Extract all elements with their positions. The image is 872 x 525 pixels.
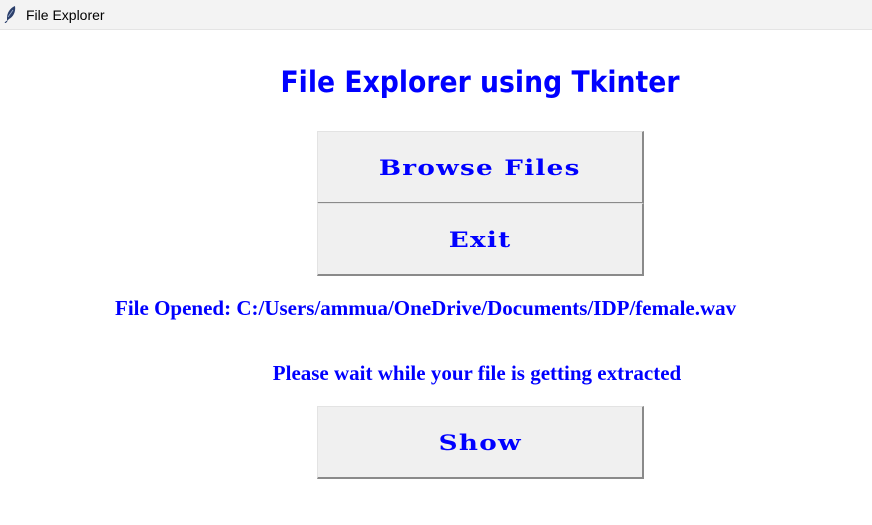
show-button[interactable]: Show bbox=[317, 406, 644, 479]
file-opened-label: File Opened: C:/Users/ammua/OneDrive/Doc… bbox=[115, 296, 737, 320]
page-title: File Explorer using Tkinter bbox=[280, 65, 680, 99]
exit-label: Exit bbox=[448, 226, 512, 252]
exit-button[interactable]: Exit bbox=[317, 203, 644, 276]
wait-message: Please wait while your file is getting e… bbox=[272, 361, 682, 385]
show-label: Show bbox=[438, 429, 522, 455]
feather-icon bbox=[4, 6, 16, 23]
window-title: File Explorer bbox=[26, 7, 105, 23]
window-titlebar: File Explorer bbox=[0, 0, 872, 30]
browse-files-button[interactable]: Browse Files bbox=[317, 131, 644, 204]
browse-files-label: Browse Files bbox=[379, 154, 581, 180]
